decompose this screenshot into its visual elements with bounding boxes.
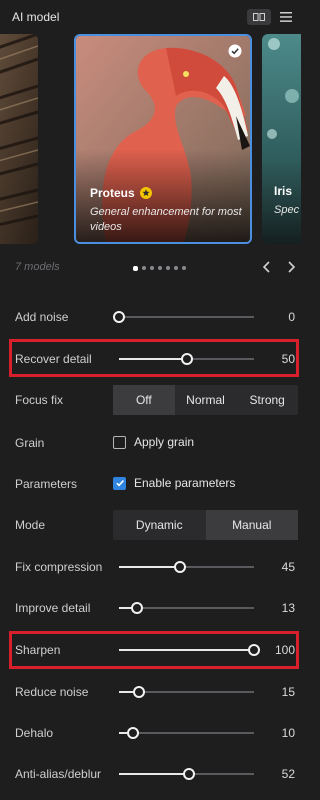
recover-detail-label: Recover detail [15,352,92,366]
grain-row: Grain Apply grain [0,426,301,460]
slider-thumb[interactable] [126,727,139,739]
fix-compression-label: Fix compression [15,560,103,574]
fix-compression-row: Fix compression 45 [0,550,301,584]
focus-fix-segmented: Off Normal Strong [113,385,298,415]
slider-fill [119,358,187,360]
model-card[interactable] [0,34,38,244]
mode-dynamic[interactable]: Dynamic [113,510,206,540]
hamburger-menu-icon[interactable] [278,9,294,25]
focus-fix-off[interactable]: Off [113,385,175,415]
chevron-left-icon[interactable] [260,259,274,275]
parameters-row: Parameters Enable parameters [0,467,301,501]
page-dot[interactable] [150,266,154,270]
model-description: Spec face. [274,204,301,216]
anti-alias-value: 52 [281,767,295,781]
reduce-noise-value: 15 [281,685,295,699]
apply-grain-label: Apply grain [134,435,195,449]
star-badge-icon [139,187,152,199]
dehalo-label: Dehalo [15,726,54,740]
sharpen-label: Sharpen [15,643,61,657]
grid-view-icon[interactable] [247,9,271,25]
add-noise-value: 0 [288,310,295,324]
page-dot[interactable] [166,266,170,270]
focus-fix-normal[interactable]: Normal [175,385,237,415]
add-noise-label: Add noise [15,310,69,324]
checkbox-box[interactable] [113,435,126,449]
dehalo-value: 10 [281,726,295,740]
sharpen-value: 100 [274,643,295,657]
slider-thumb[interactable] [173,561,186,573]
apply-grain-checkbox[interactable]: Apply grain [113,435,194,449]
grain-label: Grain [15,436,45,450]
slider-fill [119,773,190,775]
page-dot[interactable] [158,266,162,270]
slider-thumb[interactable] [113,311,125,323]
sharpen-slider[interactable] [119,644,260,656]
reduce-noise-slider[interactable] [119,686,254,698]
panel-title: AI model [12,10,60,24]
dehalo-row: Dehalo 10 [0,716,301,750]
page-dot[interactable] [133,265,138,271]
page-dot[interactable] [182,266,186,270]
enable-parameters-checkbox[interactable]: Enable parameters [113,476,235,490]
slider-thumb[interactable] [183,768,196,780]
recover-detail-value: 50 [281,352,295,366]
slider-fill [119,566,180,568]
recover-detail-row: Recover detail 50 [0,342,301,376]
fix-compression-value: 45 [281,560,295,574]
improve-detail-label: Improve detail [15,601,91,615]
slider-thumb[interactable] [130,602,143,614]
anti-alias-row: Anti-alias/deblur 52 [0,757,301,791]
model-description: General enhancement for most videos [90,206,242,233]
reduce-noise-row: Reduce noise 15 [0,675,301,709]
slider-fill [119,649,254,651]
mode-manual[interactable]: Manual [205,510,298,540]
checkmark-icon [115,480,124,487]
panel-header: AI model [0,0,301,34]
improve-detail-value: 13 [281,601,295,615]
focus-fix-strong[interactable]: Strong [236,385,298,415]
slider-thumb[interactable] [133,686,146,698]
enable-parameters-label: Enable parameters [134,476,236,490]
sharpen-row: Sharpen 100 [0,633,301,667]
model-name: Proteus [90,186,152,200]
page-dot[interactable] [174,266,178,270]
focus-fix-label: Focus fix [15,393,64,407]
slider-thumb[interactable] [180,353,193,365]
mode-label: Mode [15,518,46,532]
model-card-iris[interactable]: Iris Spec face. [262,34,301,244]
reduce-noise-label: Reduce noise [15,685,89,699]
mode-segmented: Dynamic Manual [113,510,298,540]
carousel-pager: 7 models [0,258,301,278]
page-dot[interactable] [142,266,146,270]
add-noise-row: Add noise 0 [0,300,301,334]
chevron-right-icon[interactable] [284,259,298,275]
fix-compression-slider[interactable] [119,561,254,573]
model-carousel: Proteus General enhancement for most vid… [0,34,301,246]
add-noise-slider[interactable] [113,311,254,323]
anti-alias-slider[interactable] [119,768,254,780]
selected-check-icon [228,44,242,58]
model-card-proteus[interactable]: Proteus General enhancement for most vid… [74,34,252,244]
checkbox-box[interactable] [113,476,126,490]
improve-detail-row: Improve detail 13 [0,591,301,625]
slider-thumb[interactable] [248,644,260,656]
anti-alias-label: Anti-alias/deblur [15,767,102,781]
dehalo-slider[interactable] [119,727,254,739]
page-dots [133,265,186,271]
improve-detail-slider[interactable] [119,602,254,614]
parameters-label: Parameters [15,477,78,491]
model-name: Iris [274,184,293,198]
recover-detail-slider[interactable] [119,353,254,365]
model-count: 7 models [15,261,60,273]
